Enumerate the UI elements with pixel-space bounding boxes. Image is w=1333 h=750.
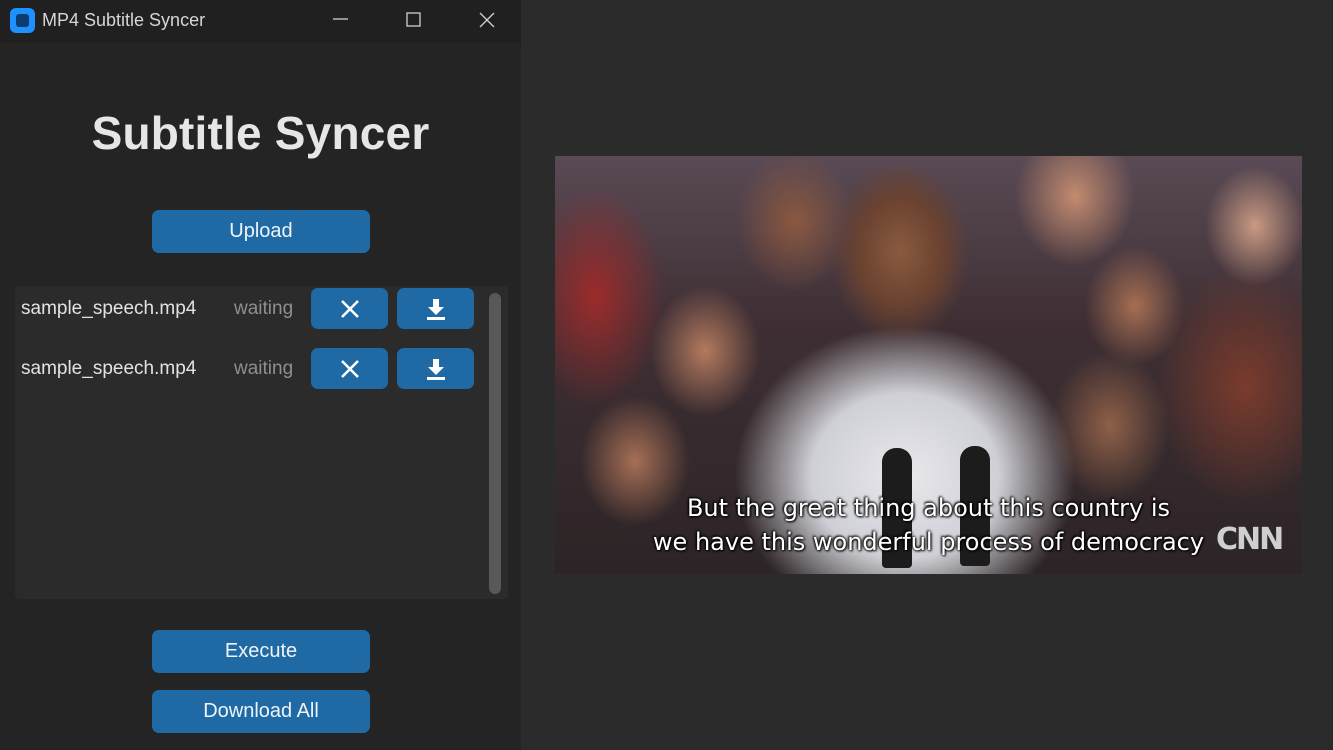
file-status: waiting <box>234 298 294 319</box>
remove-file-button[interactable] <box>311 348 388 389</box>
remove-file-button[interactable] <box>311 288 388 329</box>
download-icon <box>426 298 445 320</box>
file-row: sample_speech.mp4 waiting <box>15 347 485 389</box>
close-icon <box>340 359 359 378</box>
file-name: sample_speech.mp4 <box>21 358 197 379</box>
download-file-button[interactable] <box>397 288 474 329</box>
watermark-logo: CNN <box>1216 522 1284 557</box>
upload-button[interactable]: Upload <box>152 210 370 253</box>
app-icon <box>10 8 35 33</box>
close-window-button[interactable] <box>462 0 512 40</box>
download-icon <box>426 358 445 380</box>
video-preview: But the great thing about this country i… <box>555 156 1302 574</box>
page-title: Subtitle Syncer <box>91 107 430 159</box>
window-title: MP4 Subtitle Syncer <box>42 10 206 30</box>
title-bar: MP4 Subtitle Syncer <box>0 0 521 43</box>
minimize-icon <box>333 18 348 20</box>
download-all-button[interactable]: Download All <box>152 690 370 733</box>
maximize-button[interactable] <box>389 0 439 40</box>
maximize-icon <box>406 12 421 27</box>
minimize-button[interactable] <box>316 0 366 40</box>
file-row: sample_speech.mp4 waiting <box>15 287 485 329</box>
app-window: MP4 Subtitle Syncer Subtitle Syncer Uplo… <box>0 0 521 750</box>
file-name: sample_speech.mp4 <box>21 298 197 319</box>
file-status: waiting <box>234 358 294 379</box>
execute-button[interactable]: Execute <box>152 630 370 673</box>
file-list-panel: sample_speech.mp4 waiting sample_speech.… <box>15 286 508 599</box>
file-list-scrollbar[interactable] <box>489 293 501 594</box>
subtitle-line: we have this wonderful process of democr… <box>652 528 1205 556</box>
subtitle-line: But the great thing about this country i… <box>686 494 1171 522</box>
close-icon <box>479 12 495 28</box>
close-icon <box>340 299 359 318</box>
download-file-button[interactable] <box>397 348 474 389</box>
